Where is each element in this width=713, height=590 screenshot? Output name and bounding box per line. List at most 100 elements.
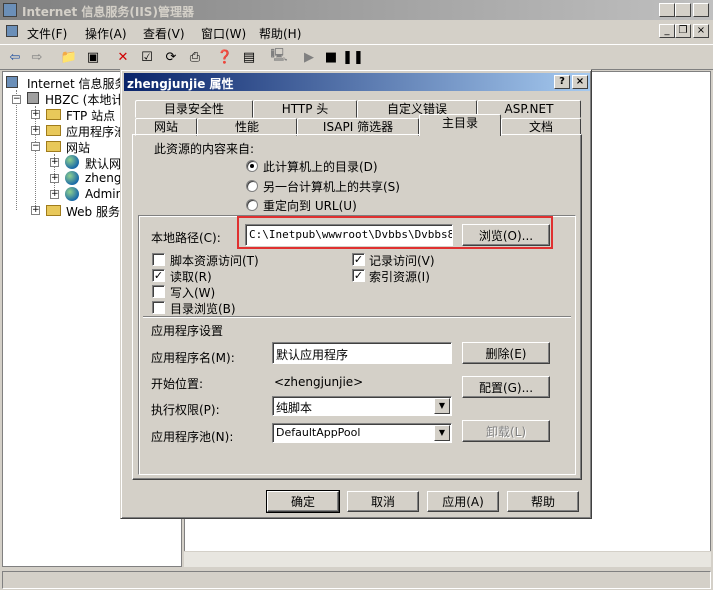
radio-redirect-url-label[interactable]: 重定向到 URL(U) bbox=[263, 197, 357, 214]
content-source-label: 此资源的内容来自: bbox=[154, 142, 255, 156]
back-icon[interactable]: ⇦ bbox=[4, 47, 26, 67]
radio-network-share[interactable] bbox=[246, 180, 258, 192]
computer-icon[interactable]: 🖳 bbox=[268, 47, 290, 67]
tree-site-default[interactable]: 默认网 bbox=[85, 155, 121, 172]
dialog-title: zhengjunjie 属性 bbox=[127, 77, 234, 91]
help-button[interactable]: 帮助 bbox=[507, 491, 579, 512]
start-icon[interactable]: ▶ bbox=[298, 47, 320, 67]
globe-icon bbox=[65, 155, 79, 169]
mdi-close-button[interactable]: × bbox=[693, 24, 709, 38]
pause-icon[interactable]: ❚❚ bbox=[342, 47, 364, 67]
expand-icon[interactable]: + bbox=[31, 206, 40, 215]
tab-directory-security[interactable]: 目录安全性 bbox=[135, 100, 253, 118]
forward-icon[interactable]: ⇨ bbox=[26, 47, 48, 67]
exec-perm-select[interactable]: 纯脚本 ▼ bbox=[272, 396, 452, 416]
unload-button[interactable]: 卸载(L) bbox=[462, 420, 550, 442]
app-pool-label: 应用程序池(N): bbox=[151, 430, 234, 444]
app-settings-label: 应用程序设置 bbox=[151, 324, 224, 338]
globe-icon bbox=[65, 187, 79, 201]
folder-icon bbox=[46, 205, 61, 216]
dialog-help-button[interactable]: ? bbox=[554, 75, 570, 89]
export-icon[interactable]: ⎙ bbox=[184, 47, 206, 67]
app-name-input[interactable]: 默认应用程序 bbox=[272, 342, 452, 364]
menu-view[interactable]: 查看(V) bbox=[143, 25, 185, 42]
dialog-title-bar[interactable]: zhengjunjie 属性 ? × bbox=[124, 73, 590, 91]
menu-action[interactable]: 操作(A) bbox=[85, 25, 127, 42]
refresh-icon[interactable]: ⟳ bbox=[160, 47, 182, 67]
console-icon[interactable]: ▤ bbox=[238, 47, 260, 67]
start-point-value: <zhengjunjie> bbox=[274, 375, 364, 389]
folder-icon bbox=[46, 109, 61, 120]
menu-bar: 文件(F) 操作(A) 查看(V) 窗口(W) 帮助(H) _ ❐ × bbox=[0, 21, 713, 43]
menu-icon bbox=[6, 25, 18, 37]
expand-icon[interactable]: + bbox=[50, 174, 59, 183]
check-script-source-label[interactable]: 脚本资源访问(T) bbox=[170, 252, 259, 269]
tree-line bbox=[35, 106, 36, 210]
folder-icon bbox=[46, 141, 61, 152]
delete-icon[interactable]: ✕ bbox=[112, 47, 134, 67]
up-folder-icon[interactable]: 📁 bbox=[58, 47, 80, 67]
close-button[interactable]: × bbox=[693, 3, 709, 17]
globe-icon bbox=[65, 171, 79, 185]
check-write[interactable] bbox=[152, 285, 165, 298]
app-icon bbox=[3, 3, 17, 17]
highlight-box bbox=[237, 216, 553, 249]
tree-ftp[interactable]: FTP 站点 bbox=[66, 107, 115, 124]
exec-perm-label: 执行权限(P): bbox=[151, 403, 220, 417]
dialog-close-button[interactable]: × bbox=[572, 75, 588, 89]
radio-local-directory-label[interactable]: 此计算机上的目录(D) bbox=[263, 158, 378, 175]
menu-window[interactable]: 窗口(W) bbox=[201, 25, 246, 42]
check-index-resource[interactable]: ✓ bbox=[352, 269, 365, 282]
check-read[interactable]: ✓ bbox=[152, 269, 165, 282]
show-tree-icon[interactable]: ▣ bbox=[82, 47, 104, 67]
toolbar: ⇦ ⇨ 📁 ▣ ✕ ☑ ⟳ ⎙ ❓ ▤ 🖳 ▶ ■ ❚❚ bbox=[0, 44, 713, 70]
properties-dialog: zhengjunjie 属性 ? × 目录安全性 HTTP 头 自定义错误 AS… bbox=[120, 69, 592, 519]
menu-file[interactable]: 文件(F) bbox=[27, 25, 67, 42]
radio-network-share-label[interactable]: 另一台计算机上的共享(S) bbox=[263, 178, 400, 195]
mdi-minimize-button[interactable]: _ bbox=[659, 24, 675, 38]
config-button[interactable]: 配置(G)... bbox=[462, 376, 550, 398]
tab-home-directory[interactable]: 主目录 bbox=[419, 114, 501, 136]
apply-button[interactable]: 应用(A) bbox=[427, 491, 499, 512]
check-directory-browse-label[interactable]: 目录浏览(B) bbox=[170, 300, 236, 317]
tree-line bbox=[16, 90, 17, 210]
check-index-resource-label[interactable]: 索引资源(I) bbox=[369, 268, 430, 285]
collapse-icon[interactable]: − bbox=[31, 142, 40, 151]
expand-icon[interactable]: − bbox=[12, 95, 21, 104]
tree-root[interactable]: Internet 信息服务 bbox=[27, 75, 126, 92]
tab-http-headers[interactable]: HTTP 头 bbox=[253, 100, 357, 118]
tree-app-pool[interactable]: 应用程序池 bbox=[66, 123, 126, 140]
main-title-bar[interactable]: Internet 信息服务(IIS)管理器 _ □ × bbox=[0, 0, 713, 20]
ok-button[interactable]: 确定 bbox=[266, 490, 340, 513]
radio-local-directory[interactable] bbox=[246, 160, 258, 172]
minimize-button[interactable]: _ bbox=[659, 3, 675, 17]
start-point-label: 开始位置: bbox=[151, 377, 204, 391]
check-write-label[interactable]: 写入(W) bbox=[170, 284, 215, 301]
expand-icon[interactable]: + bbox=[50, 158, 59, 167]
check-script-source[interactable] bbox=[152, 253, 165, 266]
horizontal-scrollbar[interactable] bbox=[184, 551, 711, 567]
tree-websites[interactable]: 网站 bbox=[66, 139, 90, 156]
tree-site-zheng[interactable]: zhengj bbox=[85, 171, 125, 185]
stop-icon[interactable]: ■ bbox=[320, 47, 342, 67]
chevron-down-icon[interactable]: ▼ bbox=[434, 398, 450, 414]
cancel-button[interactable]: 取消 bbox=[347, 491, 419, 512]
check-directory-browse[interactable] bbox=[152, 301, 165, 314]
tab-panel: 此资源的内容来自: 此计算机上的目录(D) 另一台计算机上的共享(S) 重定向到… bbox=[132, 134, 582, 480]
chevron-down-icon[interactable]: ▼ bbox=[434, 425, 450, 441]
menu-help[interactable]: 帮助(H) bbox=[259, 25, 301, 42]
local-path-label: 本地路径(C): bbox=[151, 231, 221, 245]
maximize-button[interactable]: □ bbox=[675, 3, 691, 17]
radio-redirect-url[interactable] bbox=[246, 199, 258, 211]
expand-icon[interactable]: + bbox=[31, 110, 40, 119]
check-read-label[interactable]: 读取(R) bbox=[170, 268, 212, 285]
expand-icon[interactable]: + bbox=[31, 126, 40, 135]
check-log-visits[interactable]: ✓ bbox=[352, 253, 365, 266]
check-log-visits-label[interactable]: 记录访问(V) bbox=[369, 252, 435, 269]
remove-button[interactable]: 删除(E) bbox=[462, 342, 550, 364]
mdi-restore-button[interactable]: ❐ bbox=[675, 24, 691, 38]
app-pool-select[interactable]: DefaultAppPool ▼ bbox=[272, 423, 452, 443]
help-icon[interactable]: ❓ bbox=[214, 47, 236, 67]
properties-icon[interactable]: ☑ bbox=[136, 47, 158, 67]
expand-icon[interactable]: + bbox=[50, 190, 59, 199]
